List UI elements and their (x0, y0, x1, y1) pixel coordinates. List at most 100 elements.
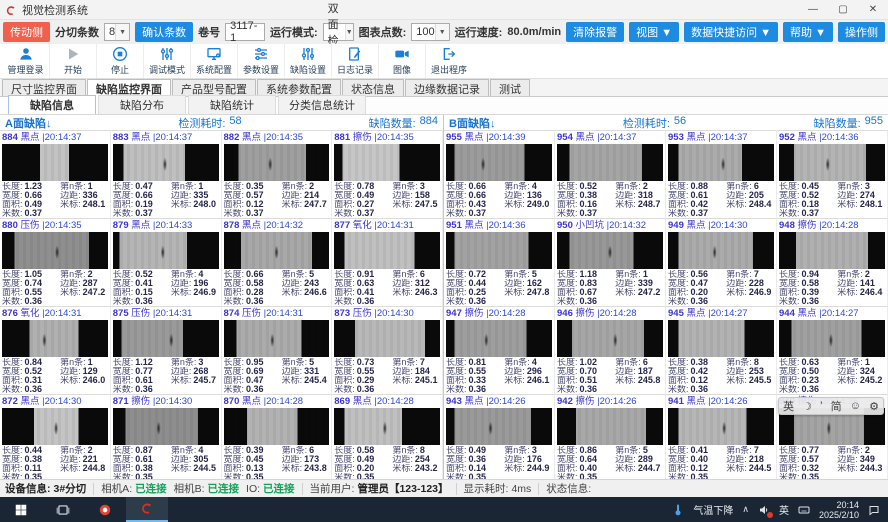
defect-thumbnail[interactable] (668, 320, 774, 357)
main-tab-3[interactable]: 产品型号配置 (172, 79, 256, 96)
minimize-button[interactable]: — (798, 0, 828, 19)
defect-thumbnail[interactable] (668, 408, 774, 445)
toolbar-button[interactable]: 管理登录 (2, 44, 49, 78)
defect-thumbnail[interactable] (557, 232, 663, 269)
browser-app-icon[interactable] (84, 497, 126, 522)
toolbar-button[interactable]: 退出程序 (425, 44, 472, 78)
toolbar-button[interactable]: 系统配置 (190, 44, 237, 78)
defect-cell[interactable]: 874 压伤 |20:14:31 长度:0.95宽度:0.69面积:0.47米数… (222, 306, 333, 394)
tray-expand-icon[interactable]: ∧ (742, 504, 749, 515)
defect-thumbnail[interactable] (224, 232, 330, 269)
view-menu-button[interactable]: 视图 ▼ (629, 22, 679, 42)
defect-thumbnail[interactable] (2, 232, 108, 269)
defect-cell[interactable]: 942 擦伤 |20:14:26 长度:0.86宽度:0.64面积:0.40米数… (555, 394, 666, 479)
weather-text[interactable]: 气温下降 (693, 502, 733, 517)
defect-thumbnail[interactable] (668, 232, 774, 269)
defect-cell[interactable]: 877 氧化 |20:14:31 长度:0.91宽度:0.63面积:0.41米数… (332, 218, 443, 306)
toolbar-button[interactable]: 开始 (49, 44, 96, 78)
defect-thumbnail[interactable] (334, 408, 440, 445)
defect-cell[interactable]: 949 黑点 |20:14:30 长度:0.56宽度:0.47面积:0.20米数… (666, 218, 777, 306)
defect-thumbnail[interactable] (446, 144, 552, 181)
start-button[interactable] (0, 497, 42, 522)
defect-cell[interactable]: 873 压伤 |20:14:30 长度:0.73宽度:0.55面积:0.29米数… (332, 306, 443, 394)
defect-cell[interactable]: 882 黑点 |20:14:35 长度:0.35宽度:0.57面积:0.12米数… (222, 130, 333, 218)
defect-thumbnail[interactable] (113, 408, 219, 445)
defect-cell[interactable]: 950 小凹坑 |20:14:32 长度:1.18宽度:0.83面积:0.67米… (555, 218, 666, 306)
toolbar-button[interactable]: 参数设置 (237, 44, 284, 78)
volume-icon[interactable] (758, 504, 770, 516)
defect-thumbnail[interactable] (113, 144, 219, 181)
defect-thumbnail[interactable] (779, 320, 885, 357)
defect-cell[interactable]: 876 氧化 |20:14:31 长度:0.84宽度:0.52面积:0.31米数… (0, 306, 111, 394)
ime-emoji-icon[interactable]: ☺ (850, 400, 861, 412)
defect-cell[interactable]: 869 黑点 |20:14:28 长度:0.58宽度:0.49面积:0.20米数… (332, 394, 443, 479)
ime-indicator[interactable]: 英 (779, 502, 789, 517)
data-quick-access-menu-button[interactable]: 数据快捷访问 ▼ (684, 22, 778, 42)
main-tab-7[interactable]: 测试 (490, 79, 530, 96)
defect-thumbnail[interactable] (446, 232, 552, 269)
inspection-app-icon[interactable] (126, 497, 168, 522)
defect-cell[interactable]: 871 擦伤 |20:14:30 长度:0.87宽度:0.61面积:0.38米数… (111, 394, 222, 479)
toolbar-button[interactable]: 停止 (96, 44, 143, 78)
ime-settings-icon[interactable]: ⚙ (869, 400, 879, 413)
main-tab-1[interactable]: 尺寸监控界面 (2, 79, 86, 96)
defect-thumbnail[interactable] (113, 232, 219, 269)
defect-thumbnail[interactable] (2, 408, 108, 445)
run-mode-select[interactable]: 双面检测 ▼ (323, 23, 354, 41)
main-tab-5[interactable]: 状态信息 (342, 79, 404, 96)
main-tab-6[interactable]: 边缘数据记录 (405, 79, 489, 96)
defect-thumbnail[interactable] (446, 320, 552, 357)
sub-tab-4[interactable]: 分类信息统计 (278, 95, 366, 114)
defect-cell[interactable]: 880 压伤 |20:14:35 长度:1.05宽度:0.74面积:0.55米数… (0, 218, 111, 306)
defect-thumbnail[interactable] (334, 232, 440, 269)
defect-cell[interactable]: 947 擦伤 |20:14:28 长度:0.81宽度:0.55面积:0.33米数… (444, 306, 555, 394)
defect-cell[interactable]: 951 黑点 |20:14:36 长度:0.72宽度:0.44面积:0.25米数… (444, 218, 555, 306)
defect-cell[interactable]: 878 黑点 |20:14:32 长度:0.66宽度:0.58面积:0.28米数… (222, 218, 333, 306)
sub-tab-3[interactable]: 缺陷统计 (188, 95, 276, 114)
chart-points-select[interactable]: 100 ▼ (411, 23, 449, 41)
defect-thumbnail[interactable] (779, 232, 885, 269)
help-menu-button[interactable]: 帮助 ▼ (783, 22, 833, 42)
defect-cell[interactable]: 943 黑点 |20:14:26 长度:0.49宽度:0.36面积:0.14米数… (444, 394, 555, 479)
defect-thumbnail[interactable] (2, 144, 108, 181)
defect-cell[interactable]: 954 黑点 |20:14:37 长度:0.52宽度:0.38面积:0.16米数… (555, 130, 666, 218)
panel-title-sort[interactable]: A面缺陷↓ (5, 115, 51, 131)
defect-thumbnail[interactable] (334, 320, 440, 357)
defect-cell[interactable]: 879 黑点 |20:14:33 长度:0.52宽度:0.41面积:0.15米数… (111, 218, 222, 306)
panel-title-sort[interactable]: B面缺陷↓ (449, 115, 495, 131)
defect-cell[interactable]: 881 擦伤 |20:14:35 长度:0.78宽度:0.49面积:0.27米数… (332, 130, 443, 218)
sub-tab-2[interactable]: 缺陷分布 (98, 95, 186, 114)
defect-cell[interactable]: 870 黑点 |20:14:28 长度:0.39宽度:0.45面积:0.13米数… (222, 394, 333, 479)
defect-cell[interactable]: 952 黑点 |20:14:36 长度:0.45宽度:0.52面积:0.18米数… (777, 130, 888, 218)
action-center-icon[interactable] (868, 504, 880, 516)
defect-thumbnail[interactable] (224, 408, 330, 445)
defect-thumbnail[interactable] (224, 144, 330, 181)
sub-tab-1[interactable]: 缺陷信息 (8, 95, 96, 114)
ime-lang-toggle[interactable]: 英 (783, 398, 794, 414)
defect-thumbnail[interactable] (224, 320, 330, 357)
maximize-button[interactable]: ▢ (828, 0, 858, 19)
close-button[interactable]: ✕ (858, 0, 888, 19)
ime-simplified-toggle[interactable]: 简 (831, 398, 842, 414)
defect-thumbnail[interactable] (446, 408, 552, 445)
defect-thumbnail[interactable] (334, 144, 440, 181)
toolbar-button[interactable]: 缺陷设置 (284, 44, 331, 78)
toolbar-button[interactable]: 调试模式 (143, 44, 190, 78)
confirm-count-button[interactable]: 确认条数 (135, 22, 193, 42)
defect-cell[interactable]: 884 黑点 |20:14:37 长度:1.23宽度:0.66面积:0.49米数… (0, 130, 111, 218)
clock[interactable]: 20:14 2025/2/10 (819, 500, 859, 520)
toolbar-button[interactable]: 图像 (378, 44, 425, 78)
defect-thumbnail[interactable] (2, 320, 108, 357)
main-tab-4[interactable]: 系统参数配置 (257, 79, 341, 96)
defect-cell[interactable]: 945 黑点 |20:14:27 长度:0.38宽度:0.42面积:0.12米数… (666, 306, 777, 394)
task-view-button[interactable] (42, 497, 84, 522)
defect-cell[interactable]: 948 擦伤 |20:14:28 长度:0.94宽度:0.58面积:0.39米数… (777, 218, 888, 306)
defect-thumbnail[interactable] (557, 320, 663, 357)
defect-thumbnail[interactable] (113, 320, 219, 357)
defect-thumbnail[interactable] (557, 408, 663, 445)
ime-fullwidth-icon[interactable]: ☽ (802, 400, 812, 413)
defect-thumbnail[interactable] (668, 144, 774, 181)
ime-punctuation-toggle[interactable]: ’ (820, 400, 822, 412)
defect-cell[interactable]: 883 黑点 |20:14:37 长度:0.47宽度:0.66面积:0.19米数… (111, 130, 222, 218)
slit-count-select[interactable]: 8 ▼ (104, 23, 130, 41)
